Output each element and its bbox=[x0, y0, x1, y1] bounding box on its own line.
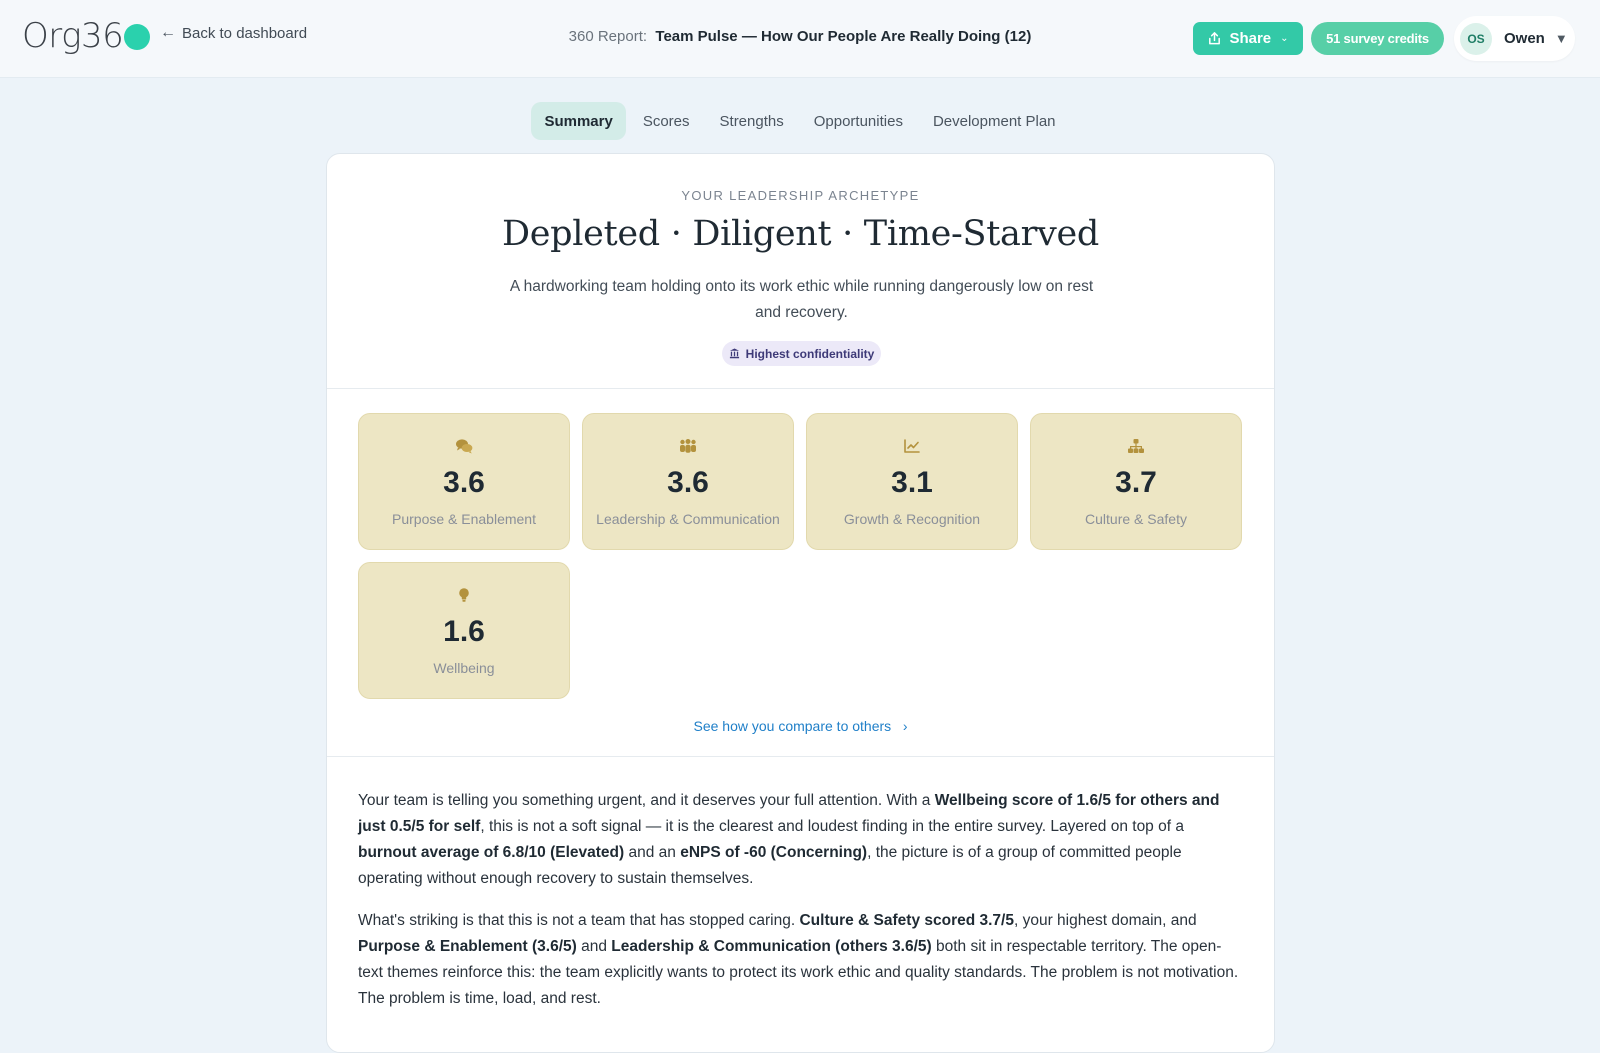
score-tile-culture[interactable]: 3.7 Culture & Safety bbox=[1030, 413, 1242, 550]
archetype-title: Depleted · Diligent · Time-Starved bbox=[502, 214, 1099, 254]
summary-card: YOUR LEADERSHIP ARCHETYPE Depleted · Dil… bbox=[326, 153, 1275, 1053]
compare-link-label: See how you compare to others bbox=[693, 718, 892, 734]
score-label: Purpose & Enablement bbox=[392, 511, 536, 527]
survey-credits-button[interactable]: 51 survey credits bbox=[1311, 22, 1444, 55]
arrow-left-icon: ← bbox=[160, 24, 176, 41]
share-label: Share bbox=[1229, 30, 1272, 47]
chevron-right-icon: › bbox=[895, 718, 908, 734]
summary-highlight: Purpose & Enablement (3.6/5) bbox=[358, 938, 577, 955]
summary-paragraph-1: Your team is telling you something urgen… bbox=[358, 788, 1243, 892]
summary-text-run: , this is not a soft signal — it is the … bbox=[480, 818, 1184, 835]
report-name: Team Pulse — How Our People Are Really D… bbox=[655, 28, 1032, 45]
org360-logo[interactable]: Org36 bbox=[22, 14, 151, 58]
score-label: Growth & Recognition bbox=[843, 511, 981, 527]
score-tile-purpose[interactable]: 3.6 Purpose & Enablement bbox=[358, 413, 570, 550]
avatar: OS bbox=[1460, 22, 1492, 55]
institution-icon bbox=[729, 348, 739, 359]
archetype-eyebrow: YOUR LEADERSHIP ARCHETYPE bbox=[681, 188, 920, 203]
top-bar: Org36 ← Back to dashboard 360 Report: Te… bbox=[0, 0, 1600, 78]
caret-down-icon: ▼ bbox=[1554, 31, 1568, 46]
summary-highlight: burnout average of 6.8/10 (Elevated) bbox=[358, 844, 625, 861]
tab-strengths[interactable]: Strengths bbox=[707, 102, 797, 140]
score-tile-wellbeing[interactable]: 1.6 Wellbeing bbox=[358, 562, 570, 699]
back-label: Back to dashboard bbox=[182, 24, 308, 42]
share-upload-icon bbox=[1209, 32, 1221, 45]
summary-highlight: Culture & Safety scored 3.7/5 bbox=[799, 912, 1014, 929]
tab-opportunities[interactable]: Opportunities bbox=[801, 102, 916, 140]
score-label: Culture & Safety bbox=[1085, 511, 1187, 527]
score-label: Leadership & Communication bbox=[596, 511, 780, 527]
summary-highlight: eNPS of -60 (Concerning) bbox=[680, 844, 868, 861]
logo-dot-icon bbox=[124, 24, 151, 50]
summary-text-run: and an bbox=[624, 844, 681, 861]
score-value: 3.6 bbox=[667, 466, 709, 499]
user-menu[interactable]: OS Owen ▼ bbox=[1454, 16, 1575, 61]
summary-highlight: Leadership & Communication (others 3.6/5… bbox=[611, 938, 932, 955]
people-group-icon bbox=[680, 439, 696, 453]
tab-summary[interactable]: Summary bbox=[531, 102, 626, 140]
archetype-description: A hardworking team holding onto its work… bbox=[509, 278, 1094, 321]
score-label: Wellbeing bbox=[433, 660, 495, 676]
divider bbox=[327, 388, 1274, 389]
score-tile-leadership[interactable]: 3.6 Leadership & Communication bbox=[582, 413, 794, 550]
summary-text: Your team is telling you something urgen… bbox=[358, 788, 1243, 1028]
compare-to-others-link[interactable]: See how you compare to others › bbox=[327, 718, 1274, 734]
lightbulb-icon bbox=[459, 588, 469, 602]
summary-text-run: , your highest domain, and bbox=[1013, 912, 1197, 929]
summary-text-run: Your team is telling you something urgen… bbox=[358, 792, 935, 809]
score-value: 1.6 bbox=[443, 615, 485, 648]
summary-paragraph-2: What's striking is that this is not a te… bbox=[358, 908, 1243, 1012]
back-to-dashboard-link[interactable]: ← Back to dashboard bbox=[160, 24, 307, 42]
tab-scores[interactable]: Scores bbox=[630, 102, 703, 140]
report-prefix: 360 Report: bbox=[568, 28, 648, 45]
org-chart-icon bbox=[1128, 439, 1144, 453]
score-value: 3.6 bbox=[443, 466, 485, 499]
chevron-down-icon: ⌄ bbox=[1280, 33, 1289, 44]
tile-icon-wrap bbox=[1031, 438, 1241, 454]
score-tile-growth[interactable]: 3.1 Growth & Recognition bbox=[806, 413, 1018, 550]
logo-text: Org36 bbox=[22, 16, 124, 56]
badge-label: Highest confidentiality bbox=[745, 346, 875, 361]
tile-icon-wrap bbox=[359, 438, 569, 454]
summary-text-run: and bbox=[576, 938, 612, 955]
tile-icon-wrap bbox=[807, 438, 1017, 454]
tile-icon-wrap bbox=[359, 587, 569, 603]
divider bbox=[327, 756, 1274, 757]
chat-bubbles-icon bbox=[456, 439, 473, 454]
score-value: 3.1 bbox=[891, 466, 933, 499]
confidentiality-badge: Highest confidentiality bbox=[722, 341, 881, 366]
share-button[interactable]: Share ⌄ bbox=[1193, 22, 1303, 55]
tile-icon-wrap bbox=[583, 438, 793, 454]
report-tabs: Summary Scores Strengths Opportunities D… bbox=[0, 102, 1600, 140]
line-chart-icon bbox=[904, 439, 920, 453]
summary-text-run: What's striking is that this is not a te… bbox=[358, 912, 800, 929]
user-name: Owen bbox=[1504, 30, 1545, 47]
tab-development-plan[interactable]: Development Plan bbox=[920, 102, 1069, 140]
score-value: 3.7 bbox=[1115, 466, 1157, 499]
